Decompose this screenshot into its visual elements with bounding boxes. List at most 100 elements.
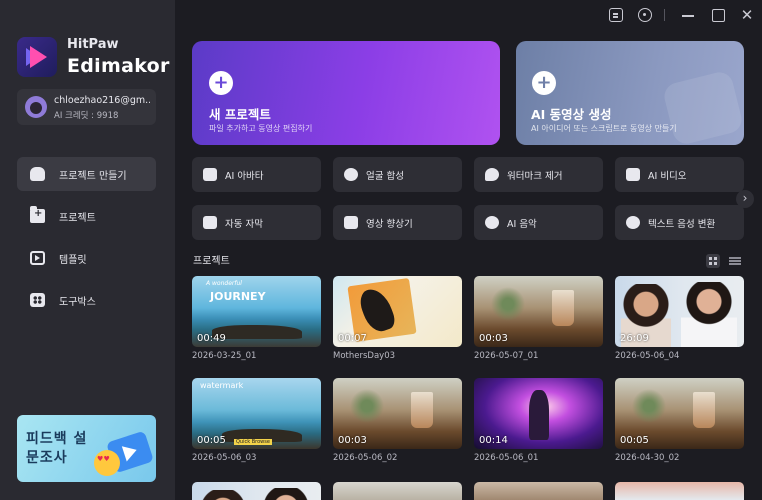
sidebar: HitPaw Edimakor chloezhao216@gm... AI 크레… bbox=[0, 0, 175, 500]
project-name: 2026-05-06_02 bbox=[333, 453, 398, 463]
account-card[interactable]: chloezhao216@gm... AI 크레딧 : 9918 bbox=[17, 89, 156, 125]
tool-video-enhancer[interactable]: 영상 향상기 bbox=[333, 205, 462, 240]
project-card[interactable]: 00:14 2026-05-06_01 bbox=[474, 378, 603, 463]
sidebar-item-label: 프로젝트 만들기 bbox=[59, 171, 127, 182]
close-icon[interactable]: ✕ bbox=[740, 8, 754, 23]
project-thumbnail: A wonderful JOURNEY 00:49 bbox=[192, 276, 321, 347]
sidebar-item-label: 템플릿 bbox=[59, 255, 87, 266]
titlebar-divider bbox=[664, 9, 665, 21]
sidebar-item-projects[interactable]: 프로젝트 bbox=[17, 199, 156, 233]
project-duration: 00:14 bbox=[479, 435, 508, 446]
chevron-right-icon[interactable]: › bbox=[736, 190, 754, 208]
project-name: MothersDay03 bbox=[333, 351, 396, 361]
survey-banner[interactable]: 피드백 설 문조사 bbox=[17, 415, 156, 482]
tool-watermark-remove[interactable]: 워터마크 제거 bbox=[474, 157, 603, 192]
tool-label: AI 비디오 bbox=[648, 171, 687, 182]
tool-ai-music[interactable]: AI 음악 bbox=[474, 205, 603, 240]
project-card[interactable]: 00:03 2026-05-06_02 bbox=[333, 378, 462, 463]
folder-plus-icon bbox=[30, 206, 45, 223]
project-duration: 00:03 bbox=[479, 333, 508, 344]
face-swap-icon bbox=[344, 168, 358, 181]
watermark-remove-icon bbox=[485, 168, 499, 181]
project-duration: 00:07 bbox=[338, 333, 367, 344]
tool-face-swap[interactable]: 얼굴 합성 bbox=[333, 157, 462, 192]
project-thumbnail: 00:03 bbox=[333, 378, 462, 449]
tool-label: AI 아바타 bbox=[225, 171, 264, 182]
sidebar-item-create-project[interactable]: 프로젝트 만들기 bbox=[17, 157, 156, 191]
project-thumbnail[interactable] bbox=[474, 482, 603, 500]
video-enhance-icon bbox=[344, 216, 358, 229]
maximize-icon[interactable] bbox=[711, 8, 725, 22]
list-view-icon[interactable] bbox=[729, 255, 741, 267]
project-name: 2026-05-07_01 bbox=[474, 351, 539, 361]
ai-credit-count: AI 크레딧 : 9918 bbox=[54, 111, 119, 121]
tool-label: 텍스트 음성 변환 bbox=[648, 219, 716, 230]
project-thumbnail: watermark Quick Browse 00:05 bbox=[192, 378, 321, 449]
music-icon bbox=[485, 216, 499, 229]
project-name: 2026-03-25_01 bbox=[192, 351, 257, 361]
thumbnail-tag: Quick Browse bbox=[234, 439, 272, 445]
project-name: 2026-05-06_04 bbox=[615, 351, 680, 361]
brand-name: Edimakor bbox=[67, 55, 170, 77]
project-duration: 26:09 bbox=[620, 333, 649, 344]
edimakor-logo-icon bbox=[17, 37, 57, 77]
tool-label: 영상 향상기 bbox=[366, 219, 413, 230]
home-icon bbox=[30, 167, 45, 181]
avatar bbox=[25, 96, 47, 118]
sidebar-item-toolbox[interactable]: 도구박스 bbox=[17, 283, 156, 317]
project-thumbnail: 00:14 bbox=[474, 378, 603, 449]
thumbnail-overlay-text: watermark bbox=[200, 381, 244, 390]
project-thumbnail: 26:09 bbox=[615, 276, 744, 347]
new-project-subtitle: 파일 추가하고 동영상 편집하기 bbox=[209, 124, 313, 133]
tool-label: 얼굴 합성 bbox=[366, 171, 404, 182]
project-thumbnail: 00:03 bbox=[474, 276, 603, 347]
ai-video-subtitle: AI 아이디어 또는 스크립트로 동영상 만들기 bbox=[531, 124, 677, 133]
heart-eyes-emoji-icon bbox=[94, 450, 120, 476]
ai-video-generate-card[interactable]: + AI 동영상 생성 AI 아이디어 또는 스크립트로 동영상 만들기 bbox=[516, 41, 744, 145]
brand-name-small: HitPaw bbox=[67, 37, 119, 52]
template-icon bbox=[30, 251, 45, 265]
project-name: 2026-05-06_03 bbox=[192, 453, 257, 463]
project-card[interactable]: 00:07 MothersDay03 bbox=[333, 276, 462, 361]
sidebar-item-label: 도구박스 bbox=[59, 297, 96, 308]
project-card[interactable]: A wonderful JOURNEY 00:49 2026-03-25_01 bbox=[192, 276, 321, 361]
project-thumbnail[interactable] bbox=[192, 482, 321, 500]
project-thumbnail[interactable] bbox=[333, 482, 462, 500]
tool-auto-subtitle[interactable]: 자동 자막 bbox=[192, 205, 321, 240]
avatar-icon bbox=[203, 168, 217, 181]
plus-icon: + bbox=[532, 71, 556, 95]
feedback-icon[interactable] bbox=[609, 8, 623, 22]
project-duration: 00:49 bbox=[197, 333, 226, 344]
project-card[interactable]: 26:09 2026-05-06_04 bbox=[615, 276, 744, 361]
ai-video-icon bbox=[626, 168, 640, 181]
account-email: chloezhao216@gm... bbox=[54, 95, 150, 106]
thumbnail-overlay-text: JOURNEY bbox=[210, 290, 266, 303]
tool-label: 자동 자막 bbox=[225, 219, 263, 230]
settings-icon[interactable] bbox=[638, 8, 652, 22]
project-card[interactable]: 00:03 2026-05-07_01 bbox=[474, 276, 603, 361]
toolbox-icon bbox=[30, 293, 45, 307]
minimize-icon[interactable] bbox=[681, 8, 695, 22]
project-card[interactable]: 00:05 2026-04-30_02 bbox=[615, 378, 744, 463]
new-project-title: 새 프로젝트 bbox=[209, 107, 271, 122]
project-thumbnail: 00:07 bbox=[333, 276, 462, 347]
tool-label: 워터마크 제거 bbox=[507, 171, 563, 182]
subtitle-icon bbox=[203, 216, 217, 229]
thumbnail-overlay-subtext: A wonderful bbox=[206, 280, 242, 287]
projects-section-title: 프로젝트 bbox=[193, 256, 230, 267]
project-card[interactable]: watermark Quick Browse 00:05 2026-05-06_… bbox=[192, 378, 321, 463]
project-thumbnail: 00:05 bbox=[615, 378, 744, 449]
project-duration: 00:05 bbox=[197, 435, 226, 446]
tool-ai-avatar[interactable]: AI 아바타 bbox=[192, 157, 321, 192]
project-duration: 00:05 bbox=[620, 435, 649, 446]
project-thumbnail[interactable] bbox=[615, 482, 744, 500]
new-project-card[interactable]: + 새 프로젝트 파일 추가하고 동영상 편집하기 bbox=[192, 41, 500, 145]
plus-icon: + bbox=[209, 71, 233, 95]
survey-banner-text: 피드백 설 문조사 bbox=[26, 431, 88, 466]
project-name: 2026-04-30_02 bbox=[615, 453, 680, 463]
tool-text-to-speech[interactable]: 텍스트 음성 변환 bbox=[615, 205, 744, 240]
sidebar-item-templates[interactable]: 템플릿 bbox=[17, 241, 156, 275]
tool-ai-video[interactable]: AI 비디오 bbox=[615, 157, 744, 192]
ai-video-title: AI 동영상 생성 bbox=[531, 107, 612, 122]
grid-view-icon[interactable] bbox=[706, 254, 720, 268]
